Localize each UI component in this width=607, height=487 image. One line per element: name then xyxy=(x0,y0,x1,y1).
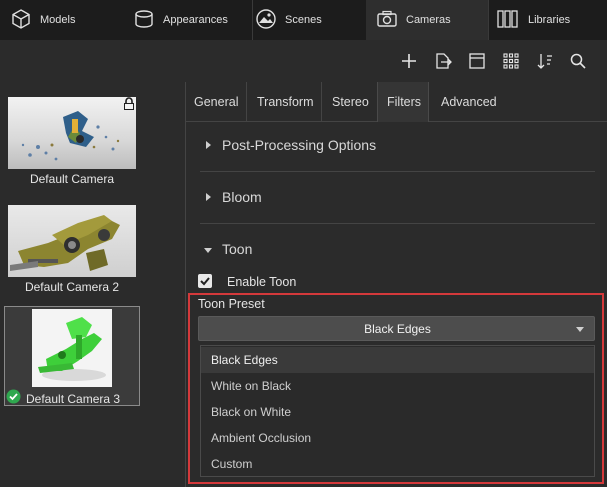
camera-list: Default Camera Default Camera 2 Default … xyxy=(0,82,185,487)
expand-arrow-icon xyxy=(206,141,211,149)
tab-transform[interactable]: Transform xyxy=(257,82,314,122)
enable-toon-label: Enable Toon xyxy=(227,275,297,289)
dropdown-option[interactable]: Ambient Occlusion xyxy=(201,425,594,451)
camera-label: Default Camera 2 xyxy=(24,280,120,294)
camera-item-2[interactable]: Default Camera 2 xyxy=(8,205,136,294)
dropdown-option[interactable]: Custom xyxy=(201,451,594,477)
section-post-processing[interactable]: Post-Processing Options xyxy=(186,120,607,172)
camera-item-3[interactable]: Default Camera 3 xyxy=(4,306,140,406)
tab-libraries-label: Libraries xyxy=(528,14,571,26)
section-bloom[interactable]: Bloom xyxy=(186,172,607,224)
tab-scenes[interactable]: Scenes xyxy=(255,0,355,40)
section-title: Toon xyxy=(222,241,253,257)
dropdown-option[interactable]: White on Black xyxy=(201,373,594,399)
collapse-arrow-icon xyxy=(204,248,212,253)
camera-thumbnail xyxy=(32,309,112,387)
camera-label: Default Camera xyxy=(29,172,115,186)
expand-arrow-icon xyxy=(206,193,211,201)
tab-general[interactable]: General xyxy=(194,82,238,122)
section-toon[interactable]: Toon xyxy=(186,224,607,276)
dropdown-option[interactable]: Black on White xyxy=(201,399,594,425)
grid-icon[interactable] xyxy=(500,50,522,72)
tab-appearances[interactable]: Appearances xyxy=(133,0,251,40)
camera-item-default[interactable]: Default Camera xyxy=(8,97,136,186)
active-check-icon xyxy=(6,389,21,409)
section-title: Bloom xyxy=(222,189,262,205)
tab-stereo[interactable]: Stereo xyxy=(332,82,369,122)
landscape-icon xyxy=(255,8,285,33)
dropdown-option[interactable]: Black Edges xyxy=(201,347,594,373)
checkmark-icon xyxy=(200,277,210,286)
camera-label: Default Camera 3 xyxy=(26,392,121,406)
sort-icon[interactable] xyxy=(534,50,556,72)
add-icon[interactable] xyxy=(398,50,420,72)
lock-icon xyxy=(122,97,136,116)
camera-thumbnail xyxy=(8,205,136,277)
sphere-icon xyxy=(133,8,163,33)
tab-advanced[interactable]: Advanced xyxy=(441,82,497,122)
tab-filters[interactable]: Filters xyxy=(377,82,429,122)
property-tabs: General Transform Stereo Filters Advance… xyxy=(186,82,607,122)
tab-appearances-label: Appearances xyxy=(163,14,228,26)
tab-cameras-label: Cameras xyxy=(406,14,451,26)
cube-icon xyxy=(10,8,40,33)
toolbar xyxy=(0,40,607,82)
enable-toon-checkbox[interactable] xyxy=(198,274,212,288)
layout-icon[interactable] xyxy=(466,50,488,72)
books-icon xyxy=(496,8,528,33)
tab-cameras[interactable]: Cameras xyxy=(366,0,488,40)
camera-icon xyxy=(376,8,406,33)
export-icon[interactable] xyxy=(432,50,454,72)
tab-models[interactable]: Models xyxy=(10,0,120,40)
tab-libraries[interactable]: Libraries xyxy=(496,0,607,40)
camera-thumbnail xyxy=(8,97,136,169)
chevron-down-icon xyxy=(576,327,584,332)
toon-preset-label: Toon Preset xyxy=(198,297,265,311)
toon-preset-dropdown: Black Edges White on Black Black on Whit… xyxy=(200,345,595,477)
tab-models-label: Models xyxy=(40,14,76,26)
toon-preset-value: Black Edges xyxy=(364,322,431,336)
search-icon[interactable] xyxy=(567,50,589,72)
section-title: Post-Processing Options xyxy=(222,137,377,153)
tab-scenes-label: Scenes xyxy=(285,14,322,26)
top-tab-bar: Models Appearances Scenes Cameras Librar… xyxy=(0,0,607,40)
toon-preset-select[interactable]: Black Edges xyxy=(198,316,595,341)
